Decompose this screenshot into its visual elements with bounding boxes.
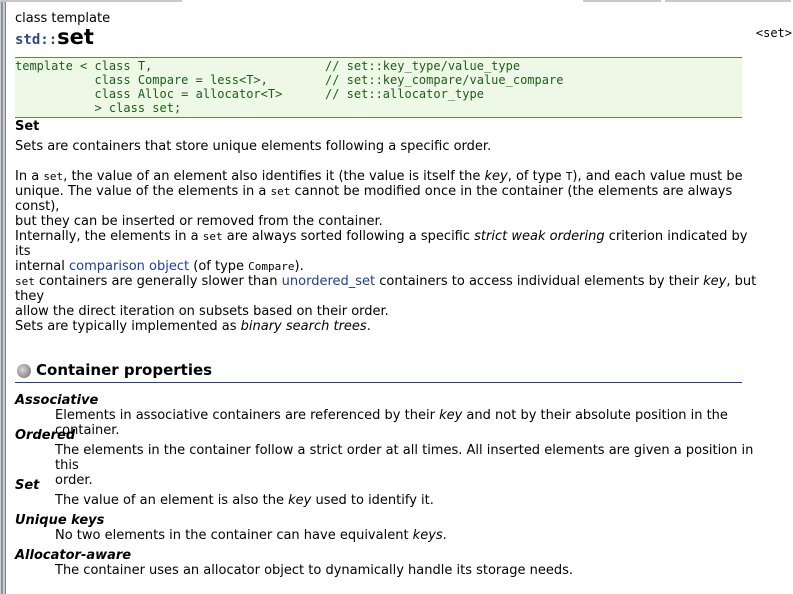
property-desc-allocator-aware: The container uses an allocator object t…	[55, 563, 574, 578]
property-desc-set: The value of an element is also the key …	[55, 493, 434, 508]
comparison-object-link[interactable]: comparison object	[69, 259, 189, 274]
paragraph-3: Internally, the elements in a set are al…	[15, 229, 748, 274]
window-left-edge	[0, 0, 6, 594]
decl-comment-1: // set::key_type/value_type	[325, 59, 521, 73]
property-name-ordered: Ordered	[15, 428, 76, 443]
header-link[interactable]: <set>	[756, 26, 792, 41]
paragraph-2: In a set, the value of an element also i…	[15, 169, 743, 229]
section-header-container-properties: Container properties	[15, 362, 742, 383]
page-title: std::set	[15, 27, 94, 48]
title-namespace: std::	[15, 32, 58, 48]
unordered-set-link[interactable]: unordered_set	[282, 274, 375, 289]
property-desc-unique-keys: No two elements in the container can hav…	[55, 528, 447, 543]
paragraph-4: set containers are generally slower than…	[15, 274, 757, 319]
intro-paragraph: Sets are containers that store unique el…	[15, 139, 492, 154]
summary-title: Set	[15, 119, 40, 134]
property-desc-associative: Elements in associative containers are r…	[55, 408, 728, 438]
declaration-box: template < class T, // set::key_type/valu…	[15, 57, 742, 118]
entity-kind: class template	[15, 11, 111, 26]
property-name-associative: Associative	[15, 393, 99, 408]
paragraph-5: Sets are typically implemented as binary…	[15, 319, 371, 334]
decl-code-2: class Compare = less<T>,	[15, 73, 268, 87]
decl-code-1: template < class T,	[15, 59, 153, 73]
property-name-allocator-aware: Allocator-aware	[15, 548, 132, 563]
property-name-unique-keys: Unique keys	[15, 513, 105, 528]
title-name: set	[57, 25, 94, 49]
section-heading: Container properties	[36, 361, 213, 379]
decl-comment-2: // set::key_compare/value_compare	[325, 73, 564, 87]
decl-code-3: class Alloc = allocator<T>	[15, 87, 283, 101]
property-desc-ordered: The elements in the container follow a s…	[55, 443, 754, 488]
section-bullet-icon	[17, 364, 31, 378]
decl-code-4: > class set;	[15, 101, 182, 115]
top-fragments	[0, 0, 793, 3]
property-name-set: Set	[15, 478, 40, 493]
decl-comment-3: // set::allocator_type	[325, 87, 484, 101]
